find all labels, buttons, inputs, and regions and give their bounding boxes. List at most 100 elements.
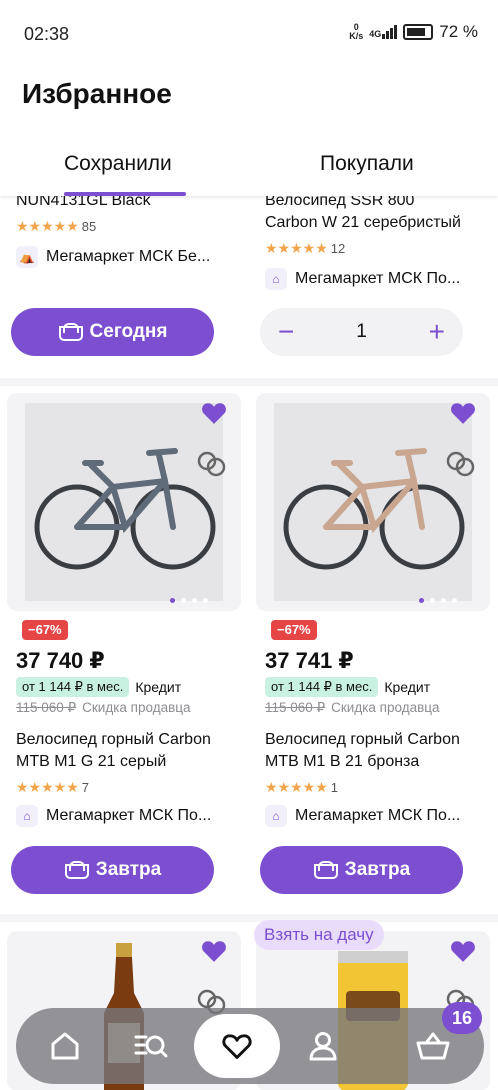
compare-icon[interactable]: [197, 451, 227, 477]
product-name[interactable]: Велосипед горный Carbon MTB M1 B 21 брон…: [265, 729, 460, 773]
home-icon: [51, 1032, 79, 1060]
product-image[interactable]: [256, 393, 490, 611]
basket-icon: [313, 861, 338, 879]
button-label: Завтра: [95, 859, 162, 880]
rating: ★★★★★ 85: [16, 218, 96, 235]
discount-badge: −67%: [271, 620, 317, 640]
bike-photo: [274, 403, 472, 601]
review-count: 1: [330, 780, 338, 795]
seller-name: Мегамаркет МСК По...: [46, 807, 212, 824]
seller-logo-icon: ⛺: [16, 246, 38, 268]
quantity-stepper: − 1 +: [260, 308, 463, 356]
tab-active-indicator: [64, 192, 186, 196]
rating: ★★★★★ 1: [265, 779, 338, 796]
credit-row[interactable]: от 1 144 ₽ в мес. Кредит: [16, 677, 181, 697]
nav-home[interactable]: [22, 1008, 108, 1084]
cart-count-badge: 16: [442, 1002, 482, 1034]
rating: ★★★★★ 7: [16, 779, 89, 796]
bottom-nav: 16: [16, 1002, 484, 1084]
divider: [0, 378, 498, 386]
credit-label: Кредит: [135, 679, 182, 695]
favorite-heart-icon[interactable]: [201, 401, 227, 425]
review-count: 12: [330, 241, 346, 256]
credit-label: Кредит: [384, 679, 431, 695]
seller-logo-icon: ⌂: [16, 805, 38, 827]
status-bar: 02:38 0 K/s 4G 72 %: [0, 0, 498, 62]
product-name-line: Carbon W 21 серебристый: [265, 214, 461, 231]
delivery-tomorrow-button[interactable]: Завтра: [11, 846, 214, 894]
favorite-heart-icon[interactable]: [201, 939, 227, 963]
stars-icon: ★★★★★: [16, 779, 79, 795]
image-pager: [256, 598, 490, 603]
nav-favorites[interactable]: [194, 1014, 280, 1078]
credit-amount: от 1 144 ₽ в мес.: [265, 677, 379, 697]
battery-icon: [403, 24, 434, 40]
stars-icon: ★★★★★: [265, 779, 328, 795]
stars-icon: ★★★★★: [16, 218, 79, 234]
seller-name: Мегамаркет МСК По...: [295, 807, 461, 824]
cart-icon: [416, 1032, 450, 1060]
heart-icon: [222, 1034, 252, 1059]
catalog-search-icon: [134, 1035, 168, 1058]
tab-bar: Сохранили Покупали: [0, 140, 498, 196]
seller[interactable]: ⌂ Мегамаркет МСК По...: [265, 268, 460, 290]
network-type: 4G: [369, 29, 382, 39]
delivery-today-button[interactable]: Сегодня: [11, 308, 214, 356]
seller-logo-icon: ⌂: [265, 805, 287, 827]
seller[interactable]: ⌂ Мегамаркет МСК По...: [265, 805, 460, 827]
quantity-value: 1: [356, 321, 367, 342]
seller-discount: Скидка продавца: [82, 700, 191, 715]
page-title: Избранное: [22, 78, 172, 109]
old-price: 115 060 ₽: [16, 700, 77, 715]
favorite-heart-icon[interactable]: [450, 939, 476, 963]
image-pager: [7, 598, 241, 603]
product-name-line: Велосипед горный Carbon: [16, 731, 211, 748]
product-image[interactable]: [7, 393, 241, 611]
product-name[interactable]: Велосипед SSR 800 Carbon W 21 серебристы…: [265, 190, 461, 234]
basket-icon: [58, 323, 83, 341]
divider: [0, 914, 498, 922]
seller-logo-icon: ⌂: [265, 268, 287, 290]
compare-icon[interactable]: [446, 451, 476, 477]
plus-button[interactable]: +: [429, 318, 445, 346]
button-label: Завтра: [344, 859, 411, 880]
old-price-row: 115 060 ₽ Скидка продавца: [265, 700, 440, 716]
button-label: Сегодня: [89, 321, 168, 342]
tab-saved[interactable]: Сохранили: [64, 152, 172, 176]
review-count: 85: [81, 219, 97, 234]
delivery-tomorrow-button[interactable]: Завтра: [260, 846, 463, 894]
basket-icon: [64, 861, 89, 879]
stars-icon: ★★★★★: [265, 240, 328, 256]
profile-icon: [309, 1032, 337, 1061]
old-price-row: 115 060 ₽ Скидка продавца: [16, 700, 191, 716]
review-count: 7: [81, 780, 89, 795]
price: 37 741 ₽: [265, 648, 354, 673]
product-name[interactable]: Велосипед горный Carbon MTB M1 G 21 серы…: [16, 729, 211, 773]
credit-amount: от 1 144 ₽ в мес.: [16, 677, 130, 697]
seller-name: Мегамаркет МСК Бе...: [46, 248, 211, 265]
promo-badge[interactable]: Взять на дачу: [254, 920, 384, 950]
battery-level: 72 %: [439, 22, 478, 41]
credit-row[interactable]: от 1 144 ₽ в мес. Кредит: [265, 677, 430, 697]
nav-catalog[interactable]: [108, 1008, 194, 1084]
nav-profile[interactable]: [280, 1008, 366, 1084]
rating: ★★★★★ 12: [265, 240, 345, 257]
seller[interactable]: ⌂ Мегамаркет МСК По...: [16, 805, 211, 827]
price: 37 740 ₽: [16, 648, 105, 673]
seller[interactable]: ⛺ Мегамаркет МСК Бе...: [16, 246, 210, 268]
product-name-line: Велосипед горный Carbon: [265, 731, 460, 748]
status-time: 02:38: [24, 24, 70, 44]
favorite-heart-icon[interactable]: [450, 401, 476, 425]
net-speed: 0 K/s: [349, 22, 364, 41]
product-name-line: MTB M1 G 21 серый: [16, 753, 167, 770]
seller-name: Мегамаркет МСК По...: [295, 270, 461, 287]
product-name-line: MTB M1 B 21 бронза: [265, 753, 420, 770]
tab-bought[interactable]: Покупали: [320, 152, 414, 176]
signal-icon: 4G: [369, 25, 398, 39]
old-price: 115 060 ₽: [265, 700, 326, 715]
minus-button[interactable]: −: [278, 318, 294, 346]
discount-badge: −67%: [22, 620, 68, 640]
bike-photo: [25, 403, 223, 601]
status-icons: 0 K/s 4G 72 %: [349, 22, 478, 42]
seller-discount: Скидка продавца: [331, 700, 440, 715]
